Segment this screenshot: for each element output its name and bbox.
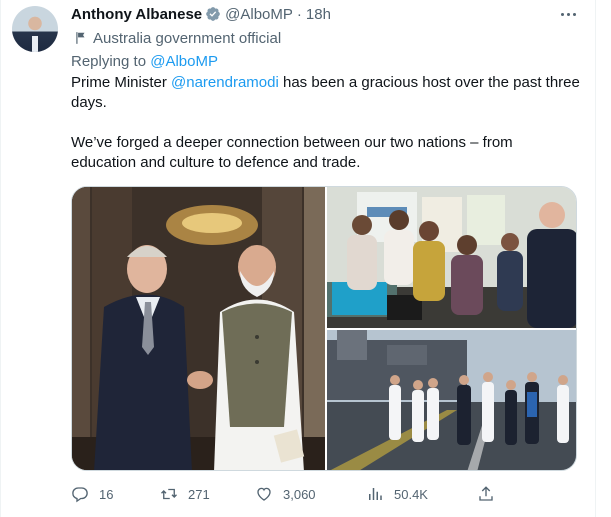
views-count: 50.4K — [394, 486, 428, 502]
retweet-icon — [161, 488, 177, 500]
share-icon — [479, 486, 493, 501]
action-bar: 16 271 3,060 50.4K — [71, 482, 501, 506]
media-grid — [71, 186, 577, 471]
flag-icon — [76, 32, 85, 44]
like-icon — [257, 487, 271, 501]
views-icon — [369, 488, 382, 500]
mention-link[interactable]: @narendramodi — [171, 74, 279, 91]
timestamp[interactable]: 18h — [306, 6, 331, 23]
replying-to-prefix: Replying to — [71, 53, 151, 70]
avatar[interactable] — [12, 6, 58, 52]
like-button[interactable]: 3,060 — [255, 482, 316, 506]
tweet-paragraph-2: We’ve forged a deeper connection between… — [71, 134, 513, 171]
reply-mention-link[interactable]: @AlboMP — [150, 53, 218, 70]
retweet-count: 271 — [188, 486, 210, 502]
more-icon[interactable] — [558, 6, 578, 22]
replying-to: Replying to @AlboMP — [71, 53, 218, 70]
tweet-header: Anthony Albanese @AlboMP · 18h — [71, 4, 331, 24]
reply-count: 16 — [99, 486, 114, 502]
like-count: 3,060 — [283, 486, 316, 502]
reply-icon — [72, 487, 88, 503]
share-button[interactable] — [477, 482, 505, 506]
p1-before: Prime Minister — [71, 74, 172, 91]
tweet-paragraph-1: Prime Minister @narendramodi has been a … — [71, 73, 581, 113]
views-button[interactable]: 50.4K — [366, 482, 428, 506]
separator-dot: · — [296, 5, 302, 23]
author-name[interactable]: Anthony Albanese — [71, 6, 202, 23]
reply-button[interactable]: 16 — [71, 482, 113, 506]
retweet-button[interactable]: 271 — [160, 482, 210, 506]
author-handle[interactable]: @AlboMP — [225, 6, 293, 23]
aircraft-carrier-photo[interactable] — [327, 330, 576, 470]
exhibition-photo[interactable] — [327, 187, 576, 328]
verified-icon[interactable] — [205, 6, 221, 22]
government-label-text: Australia government official — [93, 29, 282, 47]
tweet[interactable]: Anthony Albanese @AlboMP · 18h Australia… — [0, 0, 596, 517]
handshake-photo[interactable] — [72, 187, 325, 470]
tweet-text: Prime Minister @narendramodi has been a … — [71, 73, 581, 173]
government-label: Australia government official — [74, 28, 281, 48]
